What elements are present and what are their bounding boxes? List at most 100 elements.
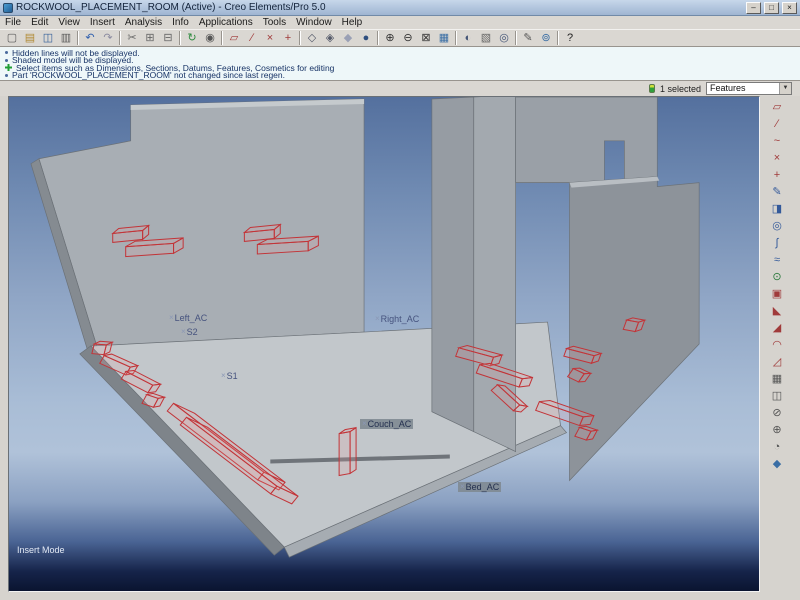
sweep-tool[interactable]: ∫ [768, 236, 786, 251]
no-hidden-line-display-button[interactable]: ◆ [339, 30, 357, 46]
wrap-tool[interactable]: ◔ [768, 440, 786, 455]
zoom-in-button[interactable]: ⊕ [381, 30, 399, 46]
feature-label-s2[interactable]: × S2 [181, 327, 198, 337]
saved-views-button[interactable]: ◐ [459, 30, 477, 46]
right-wall-panel-1 [431, 97, 475, 433]
menu-item[interactable]: Edit [26, 16, 53, 29]
layers-button[interactable]: ▧ [477, 30, 495, 46]
menu-item[interactable]: File [0, 16, 26, 29]
revolve-tool[interactable]: ◎ [768, 219, 786, 234]
copy-button[interactable]: ⊞ [141, 30, 159, 46]
hidden-line-display-button[interactable]: ◈ [321, 30, 339, 46]
find-button[interactable]: ◉ [201, 30, 219, 46]
blend-tool[interactable]: ≈ [768, 253, 786, 268]
cut-button[interactable]: ✂ [123, 30, 141, 46]
menu-item[interactable]: Window [291, 16, 337, 29]
message-bullet-icon [5, 73, 8, 77]
feature-label-s1[interactable]: × S1 [221, 371, 238, 381]
selection-count: 1 selected [659, 83, 701, 94]
menu-item[interactable]: Analysis [120, 16, 167, 29]
round-tool[interactable]: ◠ [768, 338, 786, 353]
mirror-tool[interactable]: ◫ [768, 389, 786, 404]
feature-label-couch-ac[interactable]: × Couch_AC [360, 419, 414, 429]
refit-button[interactable]: ⊠ [417, 30, 435, 46]
view-manager-button[interactable]: ◎ [495, 30, 513, 46]
selection-filter-dropdown[interactable]: Features ▼ [706, 82, 792, 95]
chevron-down-icon[interactable]: ▼ [779, 83, 791, 94]
menu-bar: File Edit View Insert Analysis Info Applicatio… [0, 16, 800, 29]
toolbar-separator [557, 31, 559, 45]
window-title: ROCKWOOL_PLACEMENT_ROOM (Active) - Creo … [16, 1, 326, 13]
chamfer-tool[interactable]: ◿ [768, 355, 786, 370]
wireframe-display-button[interactable]: ◇ [303, 30, 321, 46]
feature-label-bed-ac[interactable]: × Bed_AC [458, 482, 502, 492]
zoom-out-button[interactable]: ⊖ [399, 30, 417, 46]
menu-item[interactable]: Info [167, 16, 194, 29]
toolbar-separator [299, 31, 301, 45]
hole-tool[interactable]: ⊙ [768, 270, 786, 285]
selection-cross-icon: × [460, 482, 465, 491]
csys-toggle[interactable]: + [279, 30, 297, 46]
new-file-button[interactable]: ▢ [3, 30, 21, 46]
datum-plane-tool[interactable]: ▱ [768, 100, 786, 115]
menu-item[interactable]: Insert [85, 16, 120, 29]
datum-axis-tool[interactable]: ∕ [768, 117, 786, 132]
toolbar-separator [77, 31, 79, 45]
coordinate-system-tool[interactable]: + [768, 168, 786, 183]
datum-planes-toggle[interactable]: ▱ [225, 30, 243, 46]
feature-label-right-ac[interactable]: × Right_AC [375, 314, 419, 324]
maximize-button[interactable]: □ [764, 1, 779, 14]
undo-button[interactable]: ↶ [81, 30, 99, 46]
menu-item[interactable]: Help [337, 16, 368, 29]
toolbar-separator [179, 31, 181, 45]
repaint-button[interactable]: ▦ [435, 30, 453, 46]
save-button[interactable]: ◫ [39, 30, 57, 46]
status-bar: 1 selected Features ▼ [0, 81, 800, 96]
menu-item[interactable]: Tools [258, 16, 291, 29]
datum-curve-tool[interactable]: ~ [768, 134, 786, 149]
merge-tool[interactable]: ⊕ [768, 423, 786, 438]
minimize-button[interactable]: – [746, 1, 761, 14]
datum-point-tool[interactable]: × [768, 151, 786, 166]
feature-label-left-ac[interactable]: × Left_AC [169, 313, 207, 323]
menu-item[interactable]: Applications [194, 16, 258, 29]
regenerate-button[interactable]: ↻ [183, 30, 201, 46]
room-model [30, 97, 700, 558]
menu-item[interactable]: View [53, 16, 85, 29]
redo-button[interactable]: ↷ [99, 30, 117, 46]
datum-axes-toggle[interactable]: ∕ [243, 30, 261, 46]
app-icon [3, 2, 13, 13]
open-file-button[interactable]: ▤ [21, 30, 39, 46]
close-button[interactable]: × [782, 1, 797, 14]
context-help-button[interactable]: ? [561, 30, 579, 46]
draft-tool[interactable]: ◢ [768, 321, 786, 336]
shaded-display-button[interactable]: ● [357, 30, 375, 46]
trim-tool[interactable]: ⊘ [768, 406, 786, 421]
message-area: Hidden lines will not be displayed. Shad… [0, 47, 800, 81]
toolbar-separator [221, 31, 223, 45]
feature-label-text: Bed_AC [465, 482, 500, 492]
main-toolbar: ▢ ▤ ◫ ▥ ↶ ↷ ✂ ⊞ ⊟ ↻ ◉ ▱ ∕ × + ◇ ◈ ◆ ● ⊕ ⊖ ⊠ ▦ ◐ ▧ ◎ ✎ ⊚? [0, 29, 800, 47]
message-bullet-icon [5, 58, 8, 62]
message-line: Part 'ROCKWOOL_PLACEMENT_ROOM' not chang… [5, 70, 795, 81]
message-text: Part 'ROCKWOOL_PLACEMENT_ROOM' not chang… [12, 70, 285, 81]
feature-label-text: Right_AC [380, 314, 420, 324]
print-button[interactable]: ▥ [57, 30, 75, 46]
rib-tool[interactable]: ◣ [768, 304, 786, 319]
spin-center-toggle[interactable]: ⊚ [537, 30, 555, 46]
annotations-button[interactable]: ✎ [519, 30, 537, 46]
sketch-tool[interactable]: ✎ [768, 185, 786, 200]
selection-cross-icon: × [169, 313, 174, 322]
style-tool[interactable]: ◆ [768, 457, 786, 472]
message-bullet-icon [5, 51, 8, 55]
feature-label-text: Left_AC [174, 313, 208, 323]
selection-filter-value: Features [710, 83, 746, 93]
selection-cross-icon: × [181, 327, 186, 336]
datum-points-toggle[interactable]: × [261, 30, 279, 46]
feature-label-text: S2 [186, 327, 198, 337]
pattern-tool[interactable]: ▦ [768, 372, 786, 387]
extrude-tool[interactable]: ◨ [768, 202, 786, 217]
model-viewport[interactable]: × Left_AC × S2 × Right_AC × S1 × Couch_A… [8, 96, 760, 592]
shell-tool[interactable]: ▣ [768, 287, 786, 302]
paste-button[interactable]: ⊟ [159, 30, 177, 46]
